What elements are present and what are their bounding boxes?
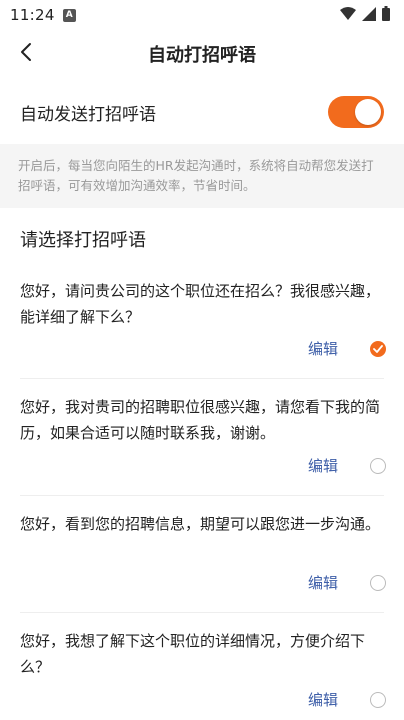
toggle-knob bbox=[355, 99, 381, 125]
greeting-option-1[interactable]: 您好，请问贵公司的这个职位还在招么？我很感兴趣，能详细了解下么？ bbox=[0, 278, 404, 330]
unselected-radio[interactable] bbox=[370, 457, 386, 474]
edit-button[interactable]: 编辑 bbox=[308, 455, 338, 476]
check-icon bbox=[373, 344, 383, 353]
status-icons bbox=[340, 5, 390, 25]
selected-radio[interactable] bbox=[370, 340, 386, 357]
greeting-actions-2: 编辑 bbox=[308, 455, 386, 476]
divider bbox=[20, 495, 384, 496]
edit-button[interactable]: 编辑 bbox=[308, 338, 338, 359]
greeting-text: 您好，我对贵司的招聘职位很感兴趣，请您看下我的简历，如果合适可以随时联系我，谢谢… bbox=[20, 398, 381, 442]
notification-icon: A bbox=[62, 8, 76, 22]
status-time: 11:24 bbox=[10, 6, 55, 24]
greeting-text: 您好，请问贵公司的这个职位还在招么？我很感兴趣，能详细了解下么？ bbox=[20, 282, 381, 326]
greeting-actions-3: 编辑 bbox=[308, 572, 386, 593]
signal-icon bbox=[362, 6, 376, 25]
greeting-option-3[interactable]: 您好，看到您的招聘信息，期望可以跟您进一步沟通。 bbox=[0, 511, 404, 537]
unselected-radio[interactable] bbox=[370, 691, 386, 708]
edit-button[interactable]: 编辑 bbox=[308, 572, 338, 593]
section-title: 请选择打招呼语 bbox=[20, 230, 146, 251]
nav-bar: 自动打招呼语 bbox=[0, 30, 404, 78]
back-button[interactable] bbox=[10, 38, 42, 70]
divider bbox=[20, 612, 384, 613]
greeting-option-2[interactable]: 您好，我对贵司的招聘职位很感兴趣，请您看下我的简历，如果合适可以随时联系我，谢谢… bbox=[0, 394, 404, 446]
auto-send-toggle[interactable] bbox=[328, 96, 384, 128]
greeting-actions-1: 编辑 bbox=[308, 338, 386, 359]
page-title: 自动打招呼语 bbox=[148, 45, 256, 66]
greeting-text: 您好，看到您的招聘信息，期望可以跟您进一步沟通。 bbox=[20, 515, 381, 533]
greeting-option-4[interactable]: 您好，我想了解下这个职位的详细情况，方便介绍下么？ bbox=[0, 628, 404, 680]
greeting-text: 您好，我想了解下这个职位的详细情况，方便介绍下么？ bbox=[20, 632, 366, 676]
greeting-actions-4: 编辑 bbox=[308, 689, 386, 710]
wifi-icon bbox=[340, 6, 356, 25]
back-arrow-icon bbox=[19, 42, 33, 66]
auto-send-row: 自动发送打招呼语 bbox=[0, 84, 404, 140]
battery-icon bbox=[382, 5, 390, 25]
auto-send-label: 自动发送打招呼语 bbox=[20, 104, 156, 125]
hint-text: 开启后，每当您向陌生的HR发起沟通时，系统将自动帮您发送打招呼语，可有效增加沟通… bbox=[0, 144, 404, 208]
unselected-radio[interactable] bbox=[370, 574, 386, 591]
status-bar: 11:24 A bbox=[0, 0, 404, 30]
divider bbox=[20, 378, 384, 379]
edit-button[interactable]: 编辑 bbox=[308, 689, 338, 710]
